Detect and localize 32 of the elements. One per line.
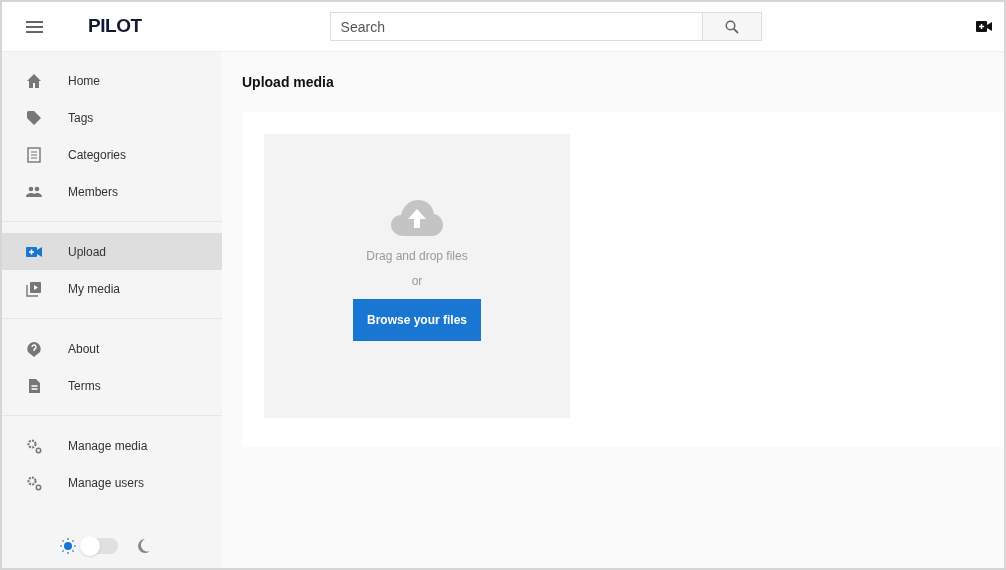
nav-item[interactable]: My media (2, 270, 222, 307)
menu-icon[interactable] (26, 20, 43, 33)
nav-item[interactable]: Members (2, 173, 222, 210)
nav-item[interactable]: About (2, 330, 222, 367)
moon-icon (136, 538, 150, 554)
gears-icon (26, 437, 42, 454)
browse-files-button[interactable]: Browse your files (353, 299, 481, 341)
help-icon (26, 340, 42, 357)
drag-drop-hint: Drag and drop files (366, 248, 468, 265)
sun-icon (60, 538, 76, 554)
search-button[interactable] (702, 12, 762, 41)
tag-icon (26, 109, 42, 126)
separator-text: or (411, 273, 423, 290)
nav-item[interactable]: Upload (2, 233, 222, 270)
nav-item[interactable]: Terms (2, 367, 222, 404)
video-camera-icon[interactable] (976, 21, 992, 32)
document-icon (26, 377, 42, 394)
search-icon (724, 19, 739, 34)
search-field[interactable]: Search (329, 12, 703, 41)
page-title: Upload media (242, 73, 335, 92)
video-library-icon (26, 280, 42, 297)
nav-item[interactable]: Manage media (2, 427, 222, 464)
nav-item[interactable]: Manage users (2, 464, 222, 501)
list-icon (26, 146, 42, 163)
nav-item[interactable]: Categories (2, 136, 222, 173)
home-icon (26, 72, 42, 89)
nav-item[interactable]: Home (2, 62, 222, 99)
logo[interactable]: PILOT (88, 12, 142, 41)
theme-toggle[interactable] (82, 538, 118, 554)
gears-icon (26, 474, 42, 491)
nav-item[interactable]: Tags (2, 99, 222, 136)
cloud-upload-icon (391, 200, 443, 236)
